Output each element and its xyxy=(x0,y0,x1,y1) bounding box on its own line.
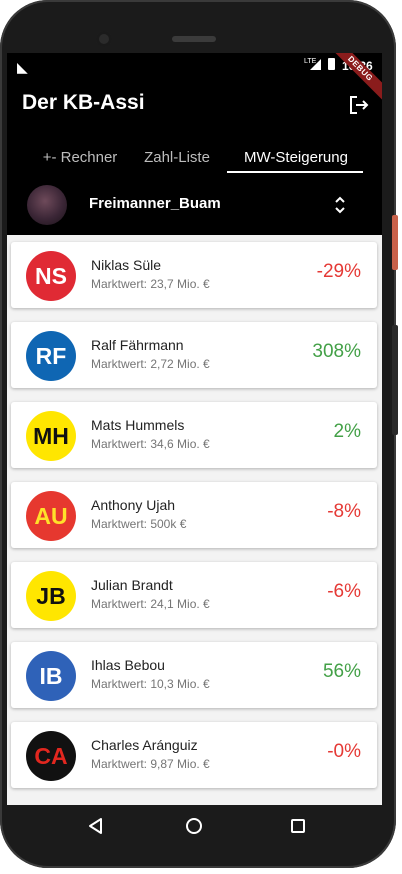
value-change-percent: 2% xyxy=(333,421,361,442)
value-change-percent: -6% xyxy=(327,581,361,602)
recent-apps-icon[interactable] xyxy=(290,818,306,834)
player-initials-avatar: NS xyxy=(26,251,76,301)
player-market-value: Marktwert: 24,1 Mio. € xyxy=(91,597,210,611)
tab-indicator xyxy=(227,171,363,173)
player-card[interactable]: IB Ihlas Bebou Marktwert: 10,3 Mio. € 56… xyxy=(11,642,377,708)
value-change-percent: 56% xyxy=(322,661,361,682)
volume-button xyxy=(392,215,398,270)
value-change-percent: -29% xyxy=(316,261,361,282)
player-market-value: Marktwert: 9,87 Mio. € xyxy=(91,757,210,771)
player-name: Mats Hummels xyxy=(91,417,185,433)
player-initials-avatar: CA xyxy=(26,731,76,781)
player-card[interactable]: JB Julian Brandt Marktwert: 24,1 Mio. € … xyxy=(11,562,377,628)
signal-icon xyxy=(310,59,321,70)
player-list: NS Niklas Süle Marktwert: 23,7 Mio. € -2… xyxy=(7,235,382,805)
player-name: Ralf Fährmann xyxy=(91,337,184,353)
player-name: Niklas Süle xyxy=(91,257,162,273)
value-change-percent: -8% xyxy=(327,501,361,522)
player-card[interactable]: NS Niklas Süle Marktwert: 23,7 Mio. € -2… xyxy=(11,242,377,308)
app-bar: Der KB-Assi xyxy=(7,81,382,129)
power-button xyxy=(392,325,398,435)
tab-rechner[interactable]: +- Rechner xyxy=(35,149,125,173)
value-change-percent: -0% xyxy=(327,741,361,762)
player-card[interactable]: RF Ralf Fährmann Marktwert: 2,72 Mio. € … xyxy=(11,322,377,388)
tab-mw-steigerung[interactable]: MW-Steigerung xyxy=(229,149,363,173)
battery-icon xyxy=(328,58,335,70)
notification-n-icon: ◣ xyxy=(17,59,28,75)
player-card[interactable]: MH Mats Hummels Marktwert: 34,6 Mio. € 2… xyxy=(11,402,377,468)
system-nav-bar xyxy=(7,805,382,849)
player-initials-avatar: JB xyxy=(26,571,76,621)
player-name: Anthony Ujah xyxy=(91,497,176,513)
player-initials-avatar: MH xyxy=(26,411,76,461)
front-camera xyxy=(96,31,112,47)
app-title: Der KB-Assi xyxy=(22,91,145,114)
player-card[interactable]: CA Charles Aránguiz Marktwert: 9,87 Mio.… xyxy=(11,722,377,788)
earpiece xyxy=(172,36,216,42)
player-name: Julian Brandt xyxy=(91,577,173,593)
phone-frame: ◣ LTE 10:36 DEBUG Der KB-Assi +- Rechner… xyxy=(0,0,398,868)
player-market-value: Marktwert: 500k € xyxy=(91,517,187,531)
player-market-value: Marktwert: 2,72 Mio. € xyxy=(91,357,210,371)
team-avatar xyxy=(27,185,67,225)
value-change-percent: 308% xyxy=(312,341,361,362)
player-market-value: Marktwert: 10,3 Mio. € xyxy=(91,677,210,691)
home-icon[interactable] xyxy=(185,817,203,835)
tab-zahl-liste[interactable]: Zahl-Liste xyxy=(137,149,217,173)
player-initials-avatar: RF xyxy=(26,331,76,381)
player-initials-avatar: IB xyxy=(26,651,76,701)
player-name: Charles Aránguiz xyxy=(91,737,198,753)
player-card[interactable]: AU Anthony Ujah Marktwert: 500k € -8% xyxy=(11,482,377,548)
screen: ◣ LTE 10:36 DEBUG Der KB-Assi +- Rechner… xyxy=(7,53,382,805)
tab-bar: +- Rechner Zahl-Liste MW-Steigerung xyxy=(7,149,382,175)
player-market-value: Marktwert: 34,6 Mio. € xyxy=(91,437,210,451)
player-name: Ihlas Bebou xyxy=(91,657,165,673)
team-name: Freimanner_Buam xyxy=(89,195,221,212)
team-selector[interactable]: Freimanner_Buam xyxy=(7,179,382,235)
player-market-value: Marktwert: 23,7 Mio. € xyxy=(91,277,210,291)
status-bar: ◣ LTE 10:36 DEBUG xyxy=(7,53,382,102)
logout-icon[interactable] xyxy=(347,93,371,117)
unfold-icon[interactable] xyxy=(332,193,348,217)
back-icon[interactable] xyxy=(87,817,105,835)
player-initials-avatar: AU xyxy=(26,491,76,541)
